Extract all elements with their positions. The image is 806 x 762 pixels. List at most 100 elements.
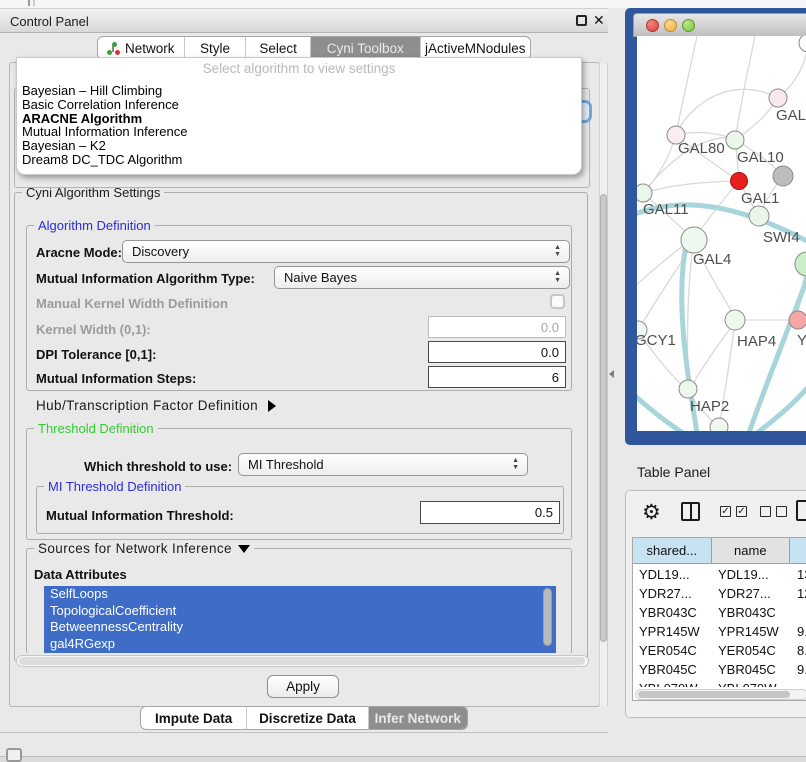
node-label: HAP2 <box>690 398 729 415</box>
mi-type-combobox[interactable]: Naive Bayes ▲▼ <box>274 266 570 289</box>
network-node-swi4[interactable] <box>749 206 769 226</box>
stepper-arrows-icon: ▲▼ <box>512 457 519 471</box>
tab-label: Select <box>259 41 297 56</box>
close-traffic-light[interactable] <box>646 19 659 32</box>
table-row[interactable]: YPR145WYPR145W9. <box>633 622 806 641</box>
algorithm-option[interactable]: Basic Correlation Inference <box>21 98 577 112</box>
algorithm-option[interactable]: Mutual Information Inference <box>21 125 577 139</box>
stepper-arrows-icon: ▲▼ <box>554 244 561 258</box>
node-label: GAL4 <box>693 251 731 268</box>
table-cell: YBR043C <box>712 603 791 622</box>
attribute-item[interactable]: TopologicalCoefficient <box>44 603 556 620</box>
bottom-tabs: Impute DataDiscretize DataInfer Network <box>140 706 468 730</box>
table-cell: YDL19... <box>633 565 712 584</box>
table-row[interactable]: YBR043CYBR043C <box>633 603 806 622</box>
table-row[interactable]: YBR045CYBR045C9. <box>633 660 806 679</box>
kernel-width-field[interactable]: 0.0 <box>428 316 566 338</box>
columns-icon[interactable] <box>681 502 700 521</box>
gear-icon[interactable]: ⚙ <box>642 500 661 525</box>
close-icon[interactable]: ✕ <box>593 12 605 29</box>
data-attributes-list[interactable]: SelfLoopsTopologicalCoefficientBetweenne… <box>44 586 556 653</box>
table-row[interactable]: YBL079WYBL079W <box>633 679 806 687</box>
network-node[interactable] <box>795 252 806 276</box>
table-cell <box>791 603 806 622</box>
network-canvas[interactable]: GAL2GAL80GAL10GAL1GAL11SWI4GAL4GCY1HAP4Y… <box>637 36 806 431</box>
tab-jactivemnodules[interactable]: jActiveMNodules <box>420 37 530 59</box>
tab-cyni-toolbox[interactable]: Cyni Toolbox <box>310 37 420 59</box>
mi-steps-field[interactable]: 6 <box>428 366 566 388</box>
column-header[interactable]: shared... <box>633 538 712 563</box>
network-edge <box>643 181 732 193</box>
control-panel-scrollbar-thumb[interactable] <box>600 194 607 642</box>
algorithm-option[interactable]: Dream8 DC_TDC Algorithm <box>21 153 577 167</box>
unchecked-box-icon[interactable] <box>776 506 787 517</box>
table-cell: YBR045C <box>633 660 712 679</box>
tab-discretize-data[interactable]: Discretize Data <box>246 707 367 729</box>
table-cell: YER054C <box>712 641 791 660</box>
manual-kernel-label: Manual Kernel Width Definition <box>36 296 228 311</box>
network-node-gal11[interactable] <box>637 184 652 202</box>
attributes-scrollbar-thumb[interactable] <box>543 588 552 646</box>
network-graph: GAL2GAL80GAL10GAL1GAL11SWI4GAL4GCY1HAP4Y… <box>637 36 806 431</box>
node-label: HAP4 <box>737 333 776 350</box>
tab-infer-network[interactable]: Infer Network <box>368 707 467 729</box>
sources-group-title[interactable]: Sources for Network Inference <box>34 541 254 556</box>
attribute-item[interactable]: BetweennessCentrality <box>44 619 556 636</box>
column-header[interactable]: name <box>712 538 791 563</box>
bottom-strip <box>0 756 806 762</box>
network-node-y[interactable] <box>789 311 806 329</box>
column-header[interactable] <box>790 538 806 563</box>
checked-box-icon[interactable]: ✓ <box>720 506 731 517</box>
network-node-gal2[interactable] <box>769 89 787 107</box>
network-node-gal4[interactable] <box>681 227 707 253</box>
table-hscroll-thumb[interactable] <box>638 691 790 698</box>
checked-box-icon[interactable]: ✓ <box>736 506 747 517</box>
settings-horizontal-scrollbar[interactable] <box>16 655 589 667</box>
hub-definition-toggle[interactable]: Hub/Transcription Factor Definition <box>36 398 276 413</box>
mi-steps-label: Mutual Information Steps: <box>36 371 196 386</box>
table-cell: 8. <box>791 641 806 660</box>
network-node-gal1[interactable] <box>731 173 748 190</box>
attribute-item[interactable]: gal4RGexp <box>44 636 556 653</box>
apply-button[interactable]: Apply <box>267 675 339 698</box>
aracne-mode-combobox[interactable]: Discovery ▲▼ <box>122 240 570 263</box>
network-node[interactable] <box>799 36 806 52</box>
table-row[interactable]: YDL19...YDL19...13 <box>633 565 806 584</box>
algorithm-option[interactable]: Bayesian – K2 <box>21 139 577 153</box>
attribute-item[interactable]: SelfLoops <box>44 586 556 603</box>
document-icon[interactable] <box>796 500 806 521</box>
zoom-traffic-light[interactable] <box>682 19 695 32</box>
minimize-traffic-light[interactable] <box>664 19 677 32</box>
which-threshold-combobox[interactable]: MI Threshold ▲▼ <box>238 453 528 476</box>
network-node-hap2[interactable] <box>679 380 697 398</box>
table-row[interactable]: YDR27...YDR27...12 <box>633 584 806 603</box>
split-pane-grip-icon[interactable] <box>609 370 614 378</box>
network-node-gal10[interactable] <box>726 131 744 149</box>
tab-network[interactable]: Network <box>98 37 184 59</box>
network-window-titlebar[interactable] <box>633 13 806 37</box>
manual-kernel-checkbox[interactable] <box>550 294 565 309</box>
bottom-left-panel-icon[interactable] <box>6 748 22 762</box>
tab-select[interactable]: Select <box>245 37 310 59</box>
mi-type-value: Naive Bayes <box>284 270 357 285</box>
unchecked-box-icon[interactable] <box>760 506 771 517</box>
mi-threshold-field[interactable]: 0.5 <box>420 501 560 524</box>
table-cell: 9. <box>791 660 806 679</box>
node-label: GAL10 <box>737 149 784 166</box>
network-node-hap4[interactable] <box>725 310 745 330</box>
algorithm-option[interactable]: ARACNE Algorithm <box>21 112 577 126</box>
corner-mark <box>28 0 35 6</box>
table-row[interactable]: YER054CYER054C8. <box>633 641 806 660</box>
network-node[interactable] <box>773 166 793 186</box>
dpi-tolerance-field[interactable]: 0.0 <box>428 341 566 363</box>
settings-hscroll-thumb[interactable] <box>19 657 585 665</box>
table-cell: YDL19... <box>712 565 791 584</box>
float-icon[interactable] <box>576 15 587 26</box>
tab-style[interactable]: Style <box>184 37 246 59</box>
node-label: GAL1 <box>741 190 779 207</box>
tab-impute-data[interactable]: Impute Data <box>141 707 246 729</box>
algorithm-option[interactable]: Bayesian – Hill Climbing <box>21 84 577 98</box>
table-horizontal-scrollbar[interactable] <box>635 689 806 700</box>
network-node[interactable] <box>710 418 728 431</box>
tab-label: Cyni Toolbox <box>327 41 404 56</box>
